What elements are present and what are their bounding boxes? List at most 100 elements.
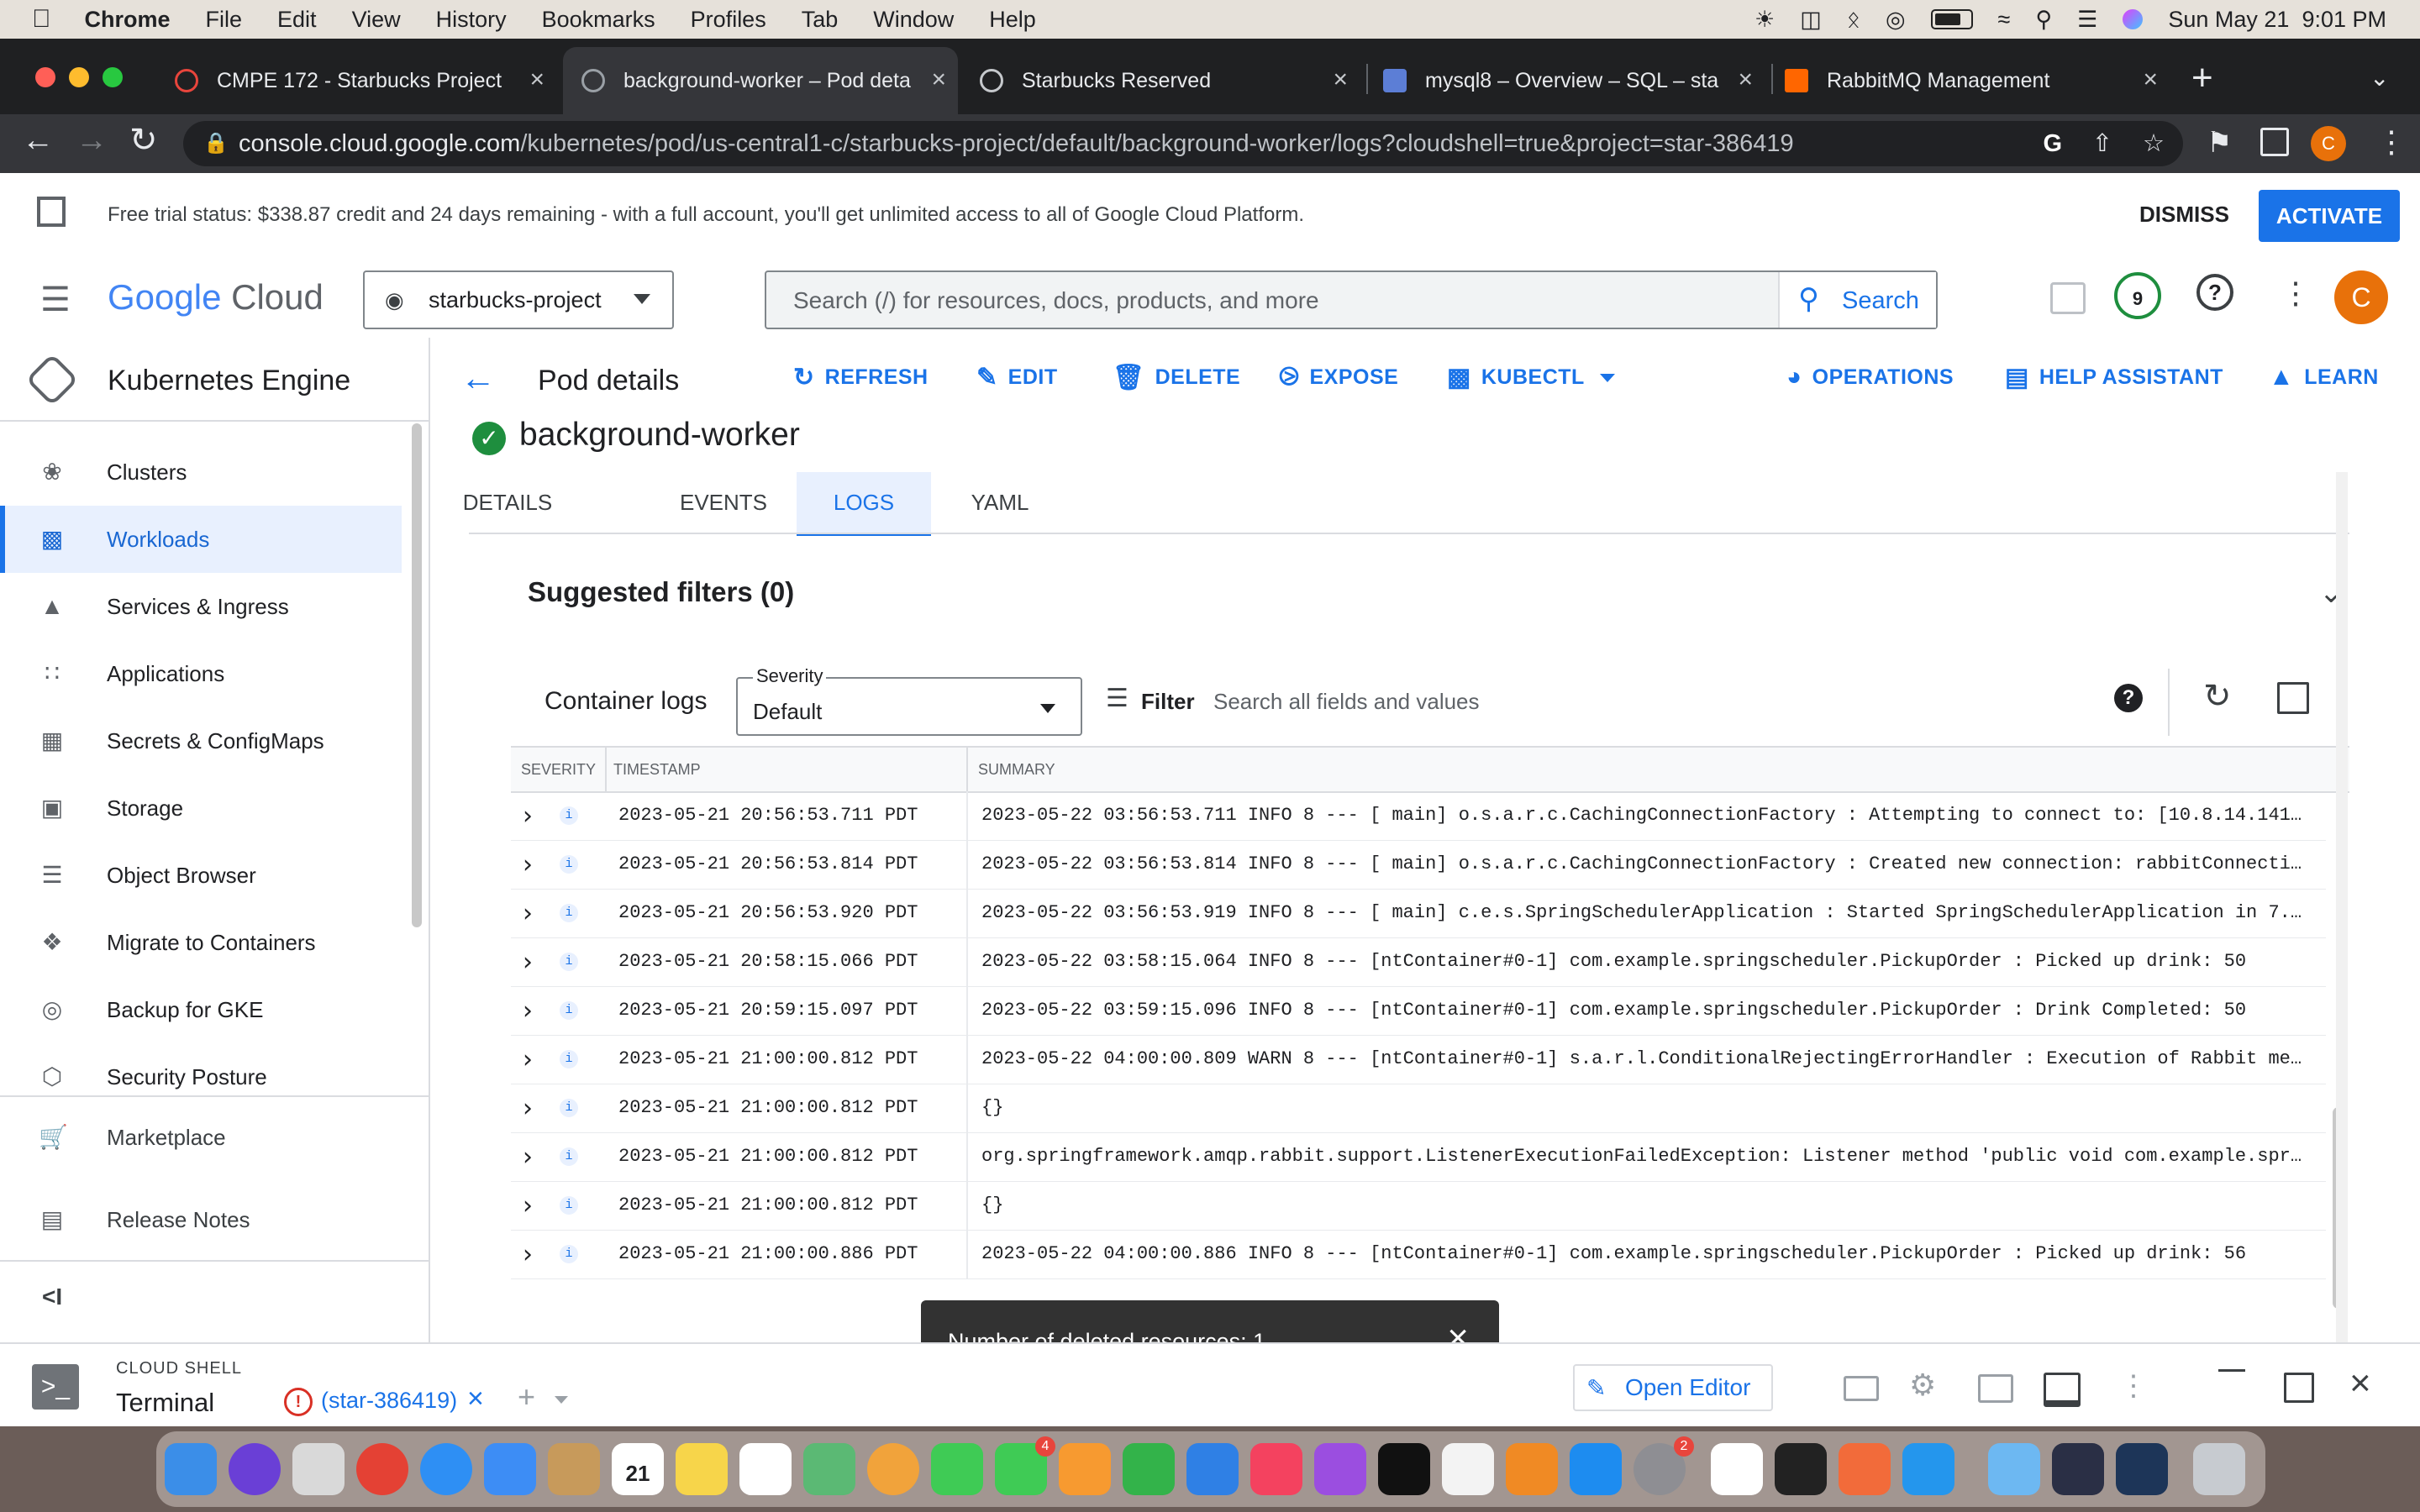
extensions-icon[interactable]: ⚑ [2207, 126, 2232, 160]
expand-row-chevron-icon[interactable]: › [523, 801, 533, 831]
clock[interactable]: Sun May 21 9:01 PM [2168, 7, 2386, 33]
recent-window-icon[interactable] [2116, 1443, 2168, 1495]
news-icon[interactable] [1442, 1443, 1494, 1495]
spotlight-icon[interactable]: ⚲ [2035, 7, 2052, 33]
window-zoom-button[interactable] [103, 67, 123, 87]
expand-row-chevron-icon[interactable]: › [523, 1240, 533, 1269]
lock-icon[interactable]: 🔒 [203, 121, 229, 166]
help-assistant-button[interactable]: ▤ HELP ASSISTANT [2005, 363, 2223, 392]
browser-tab[interactable]: Starbucks Reserved × [965, 47, 1360, 114]
log-row[interactable]: › i 2023-05-21 21:00:00.812 PDT {} [511, 1181, 2326, 1231]
sidebar-item-workloads[interactable]: ▩ Workloads [0, 506, 402, 573]
maps-icon[interactable] [803, 1443, 855, 1495]
expand-row-chevron-icon[interactable]: › [523, 850, 533, 879]
menu-profiles[interactable]: Profiles [691, 7, 766, 33]
messages-icon[interactable] [931, 1443, 983, 1495]
col-summary[interactable]: SUMMARY [978, 761, 1055, 779]
more-options-icon[interactable]: ⋮ [2119, 1369, 2148, 1403]
sidebar-item-storage[interactable]: ▣ Storage [0, 774, 402, 842]
sidebar-item-marketplace[interactable]: 🛒 Marketplace [0, 1104, 402, 1171]
keynote-icon[interactable] [1186, 1443, 1239, 1495]
expand-row-chevron-icon[interactable]: › [523, 1045, 533, 1074]
close-shell-icon[interactable]: × [2349, 1362, 2371, 1404]
chrome-menu-icon[interactable]: ⋮ [2376, 124, 2407, 160]
books-icon[interactable] [1506, 1443, 1558, 1495]
notes-icon[interactable] [676, 1443, 728, 1495]
open-in-new-icon[interactable] [2277, 682, 2309, 714]
pages-icon[interactable] [1059, 1443, 1111, 1495]
close-tab-icon[interactable]: × [529, 66, 544, 94]
web-preview-icon[interactable] [1978, 1374, 2013, 1403]
app-store-icon[interactable] [1570, 1443, 1622, 1495]
docker-icon[interactable] [1902, 1443, 1954, 1495]
battery-icon[interactable] [1930, 9, 1973, 29]
search-input[interactable]: Search (/) for resources, docs, products… [793, 287, 1319, 314]
reload-icon[interactable]: ↻ [129, 121, 158, 160]
sidebar-item-release-notes[interactable]: ▤ Release Notes [0, 1186, 402, 1253]
siri-icon[interactable] [2123, 9, 2144, 29]
downloads-folder-icon[interactable] [1988, 1443, 2040, 1495]
help-icon[interactable]: ? [2196, 274, 2233, 311]
expand-row-chevron-icon[interactable]: › [523, 1142, 533, 1172]
expose-button[interactable]: ⧁ EXPOSE [1279, 363, 1398, 391]
side-panel-icon[interactable] [2260, 128, 2289, 156]
vscode-icon[interactable] [1711, 1443, 1763, 1495]
tab-search-chevron-icon[interactable]: ⌄ [2370, 64, 2389, 92]
recent-window-icon[interactable] [2052, 1443, 2104, 1495]
expand-row-chevron-icon[interactable]: › [523, 948, 533, 977]
learn-button[interactable]: ▲ LEARN [2269, 363, 2379, 391]
tab-dropdown-icon[interactable] [555, 1396, 568, 1404]
trash-icon[interactable] [2193, 1443, 2245, 1495]
close-tab-icon[interactable]: × [1738, 66, 1753, 94]
window-close-button[interactable] [35, 67, 55, 87]
open-editor-button[interactable]: ✎ Open Editor [1573, 1364, 1773, 1411]
back-icon[interactable]: ← [22, 123, 54, 159]
airplay-icon[interactable]: ◎ [1886, 7, 1906, 33]
google-lens-icon[interactable]: G [2043, 121, 2062, 166]
sidebar-item-backup[interactable]: ◎ Backup for GKE [0, 976, 402, 1043]
activate-button[interactable]: ACTIVATE [2259, 190, 2400, 242]
log-row[interactable]: › i 2023-05-21 21:00:00.812 PDT 2023-05-22 … [511, 1035, 2326, 1084]
reminders-icon[interactable] [739, 1443, 792, 1495]
log-row[interactable]: › i 2023-05-21 20:58:15.066 PDT 2023-05-22 … [511, 937, 2326, 987]
filter-icon[interactable]: ☰ [1106, 684, 1128, 713]
dock-panel-icon[interactable] [2044, 1373, 2081, 1407]
browser-tab[interactable]: mysql8 – Overview – SQL – sta × [1370, 47, 1765, 114]
operations-button[interactable]: ◕ OPERATIONS [1786, 363, 1954, 391]
browser-tab-active[interactable]: background-worker – Pod deta × [563, 47, 958, 114]
search-button[interactable]: ⚲ Search [1778, 272, 1936, 328]
numbers-icon[interactable] [1123, 1443, 1175, 1495]
expand-row-chevron-icon[interactable]: › [523, 1191, 533, 1221]
add-tab-icon[interactable]: + [518, 1379, 535, 1415]
expand-row-chevron-icon[interactable]: › [523, 899, 533, 928]
kubectl-button[interactable]: ▩ KUBECTL [1447, 363, 1615, 392]
log-row[interactable]: › i 2023-05-21 20:59:15.097 PDT 2023-05-22 … [511, 986, 2326, 1036]
apple-tv-icon[interactable] [1378, 1443, 1430, 1495]
sidebar-item-applications[interactable]: ∷ Applications [0, 640, 402, 707]
sidebar-item-clusters[interactable]: ❀ Clusters [0, 438, 402, 506]
close-tab-icon[interactable]: × [1333, 66, 1348, 94]
close-tab-icon[interactable]: × [931, 66, 946, 94]
log-search-input[interactable]: Search all fields and values [1213, 689, 1480, 715]
wifi-icon[interactable]: ≈ [1998, 7, 2011, 33]
log-row[interactable]: › i 2023-05-21 20:56:53.920 PDT 2023-05-22 … [511, 889, 2326, 938]
menu-view[interactable]: View [352, 7, 401, 33]
filter-button[interactable]: Filter [1141, 689, 1195, 715]
battery-indicator-icon[interactable]: ◫ [1800, 7, 1822, 33]
project-picker[interactable]: ◉ starbucks-project [363, 270, 674, 329]
col-timestamp[interactable]: TIMESTAMP [613, 761, 701, 779]
back-arrow-icon[interactable]: ← [460, 358, 496, 398]
terminal-app-icon[interactable] [1775, 1443, 1827, 1495]
tab-yaml[interactable]: YAML [950, 472, 1050, 533]
forward-icon[interactable]: → [76, 123, 108, 159]
sidebar-scrollbar[interactable] [412, 423, 422, 927]
more-options-icon[interactable]: ⋮ [2281, 276, 2311, 311]
severity-select[interactable]: Severity Default [736, 665, 1082, 736]
calendar-icon[interactable]: 21 [612, 1443, 664, 1495]
minimize-panel-icon[interactable] [2218, 1369, 2245, 1372]
sidebar-item-object-browser[interactable]: ☰ Object Browser [0, 842, 402, 909]
hamburger-menu-icon[interactable]: ☰ [40, 281, 71, 319]
status-icon[interactable]: ☀ [1754, 7, 1775, 33]
bookmark-star-icon[interactable]: ☆ [2143, 121, 2165, 166]
music-icon[interactable] [1250, 1443, 1302, 1495]
